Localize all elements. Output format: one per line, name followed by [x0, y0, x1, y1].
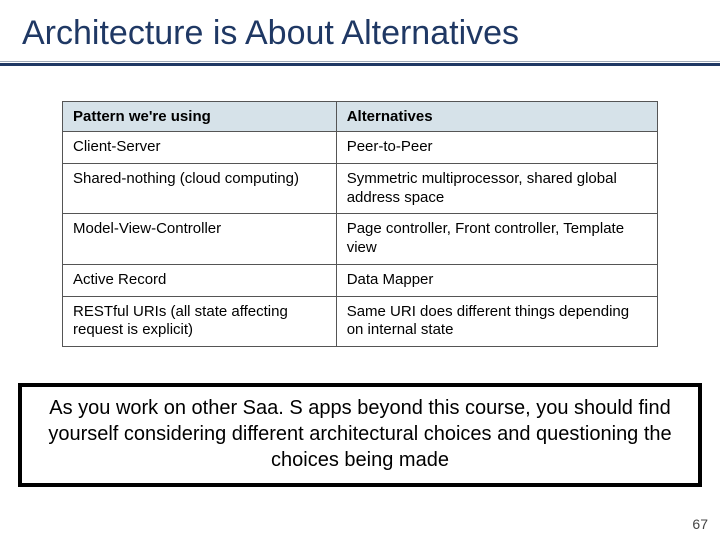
table-header-pattern: Pattern we're using [63, 102, 337, 132]
cell-pattern: RESTful URIs (all state affecting reques… [63, 296, 337, 347]
cell-pattern: Shared-nothing (cloud computing) [63, 163, 337, 214]
page-number: 67 [692, 516, 708, 532]
alternatives-table: Pattern we're using Alternatives Client-… [62, 101, 658, 347]
table-row: RESTful URIs (all state affecting reques… [63, 296, 658, 347]
callout-box: As you work on other Saa. S apps beyond … [18, 383, 702, 487]
table-header-alternatives: Alternatives [336, 102, 657, 132]
table-row: Client-Server Peer-to-Peer [63, 132, 658, 164]
slide-title: Architecture is About Alternatives [0, 0, 720, 59]
cell-alternative: Peer-to-Peer [336, 132, 657, 164]
cell-alternative: Same URI does different things depending… [336, 296, 657, 347]
cell-alternative: Symmetric multiprocessor, shared global … [336, 163, 657, 214]
alternatives-table-container: Pattern we're using Alternatives Client-… [62, 101, 658, 347]
cell-alternative: Data Mapper [336, 264, 657, 296]
title-underline [0, 61, 720, 67]
table-row: Model-View-Controller Page controller, F… [63, 214, 658, 265]
table-row: Active Record Data Mapper [63, 264, 658, 296]
cell-pattern: Active Record [63, 264, 337, 296]
table-row: Shared-nothing (cloud computing) Symmetr… [63, 163, 658, 214]
cell-pattern: Model-View-Controller [63, 214, 337, 265]
cell-pattern: Client-Server [63, 132, 337, 164]
cell-alternative: Page controller, Front controller, Templ… [336, 214, 657, 265]
